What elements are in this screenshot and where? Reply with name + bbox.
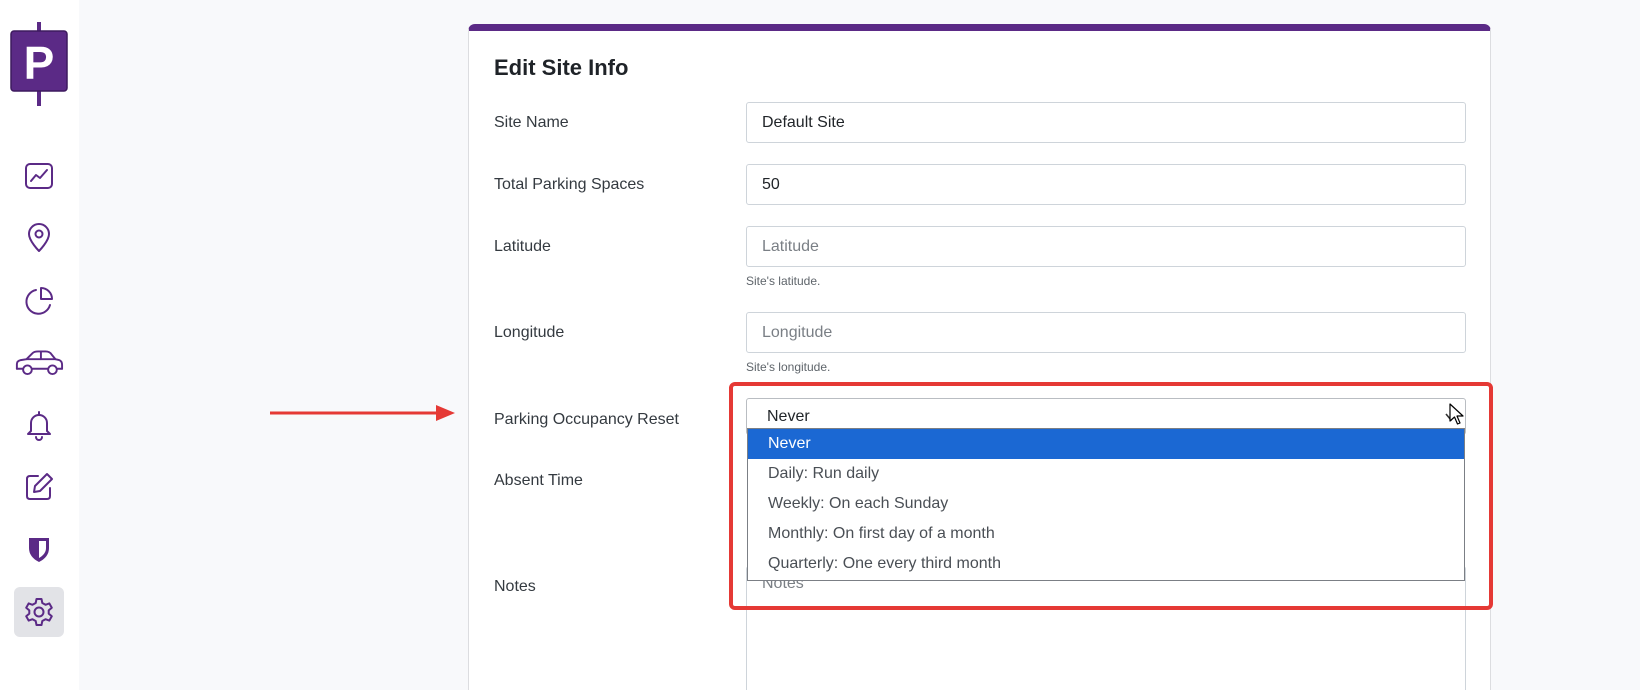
longitude-label: Longitude [494,324,565,341]
sidebar-item-edit[interactable] [14,462,64,512]
absent-time-label: Absent Time [494,472,583,489]
pie-chart-icon [25,287,53,315]
site-name-input[interactable] [746,102,1466,143]
chart-line-icon [25,163,53,189]
shield-icon [29,538,49,562]
sidebar-item-reports[interactable] [14,276,64,326]
sidebar-item-alerts[interactable] [14,400,64,450]
annotation-highlight-box [729,382,1493,610]
logo-letter: P [24,37,55,89]
total-spaces-input[interactable] [746,164,1466,205]
sidebar-item-settings[interactable] [14,587,64,637]
edit-icon [26,473,53,500]
car-icon [15,350,64,376]
sidebar-item-vehicles[interactable] [12,338,66,388]
bell-icon [27,411,51,441]
sidebar-item-dashboard[interactable] [14,151,64,201]
mouse-cursor-icon [1449,403,1464,425]
total-spaces-label: Total Parking Spaces [494,176,645,193]
latitude-label: Latitude [494,238,551,255]
latitude-input[interactable] [746,226,1466,267]
site-name-label: Site Name [494,114,569,131]
notes-label: Notes [494,578,536,595]
page-title: Edit Site Info [494,55,629,80]
longitude-help: Site's longitude. [746,360,831,374]
sidebar: P [0,0,79,690]
gear-icon [25,598,53,626]
app-logo[interactable]: P [10,22,68,106]
sidebar-item-security[interactable] [14,524,64,574]
map-pin-icon [28,223,50,252]
latitude-help: Site's latitude. [746,274,821,288]
longitude-input[interactable] [746,312,1466,353]
sidebar-item-locations[interactable] [14,213,64,263]
occupancy-reset-label: Parking Occupancy Reset [494,411,679,428]
annotation-arrow [270,405,455,421]
